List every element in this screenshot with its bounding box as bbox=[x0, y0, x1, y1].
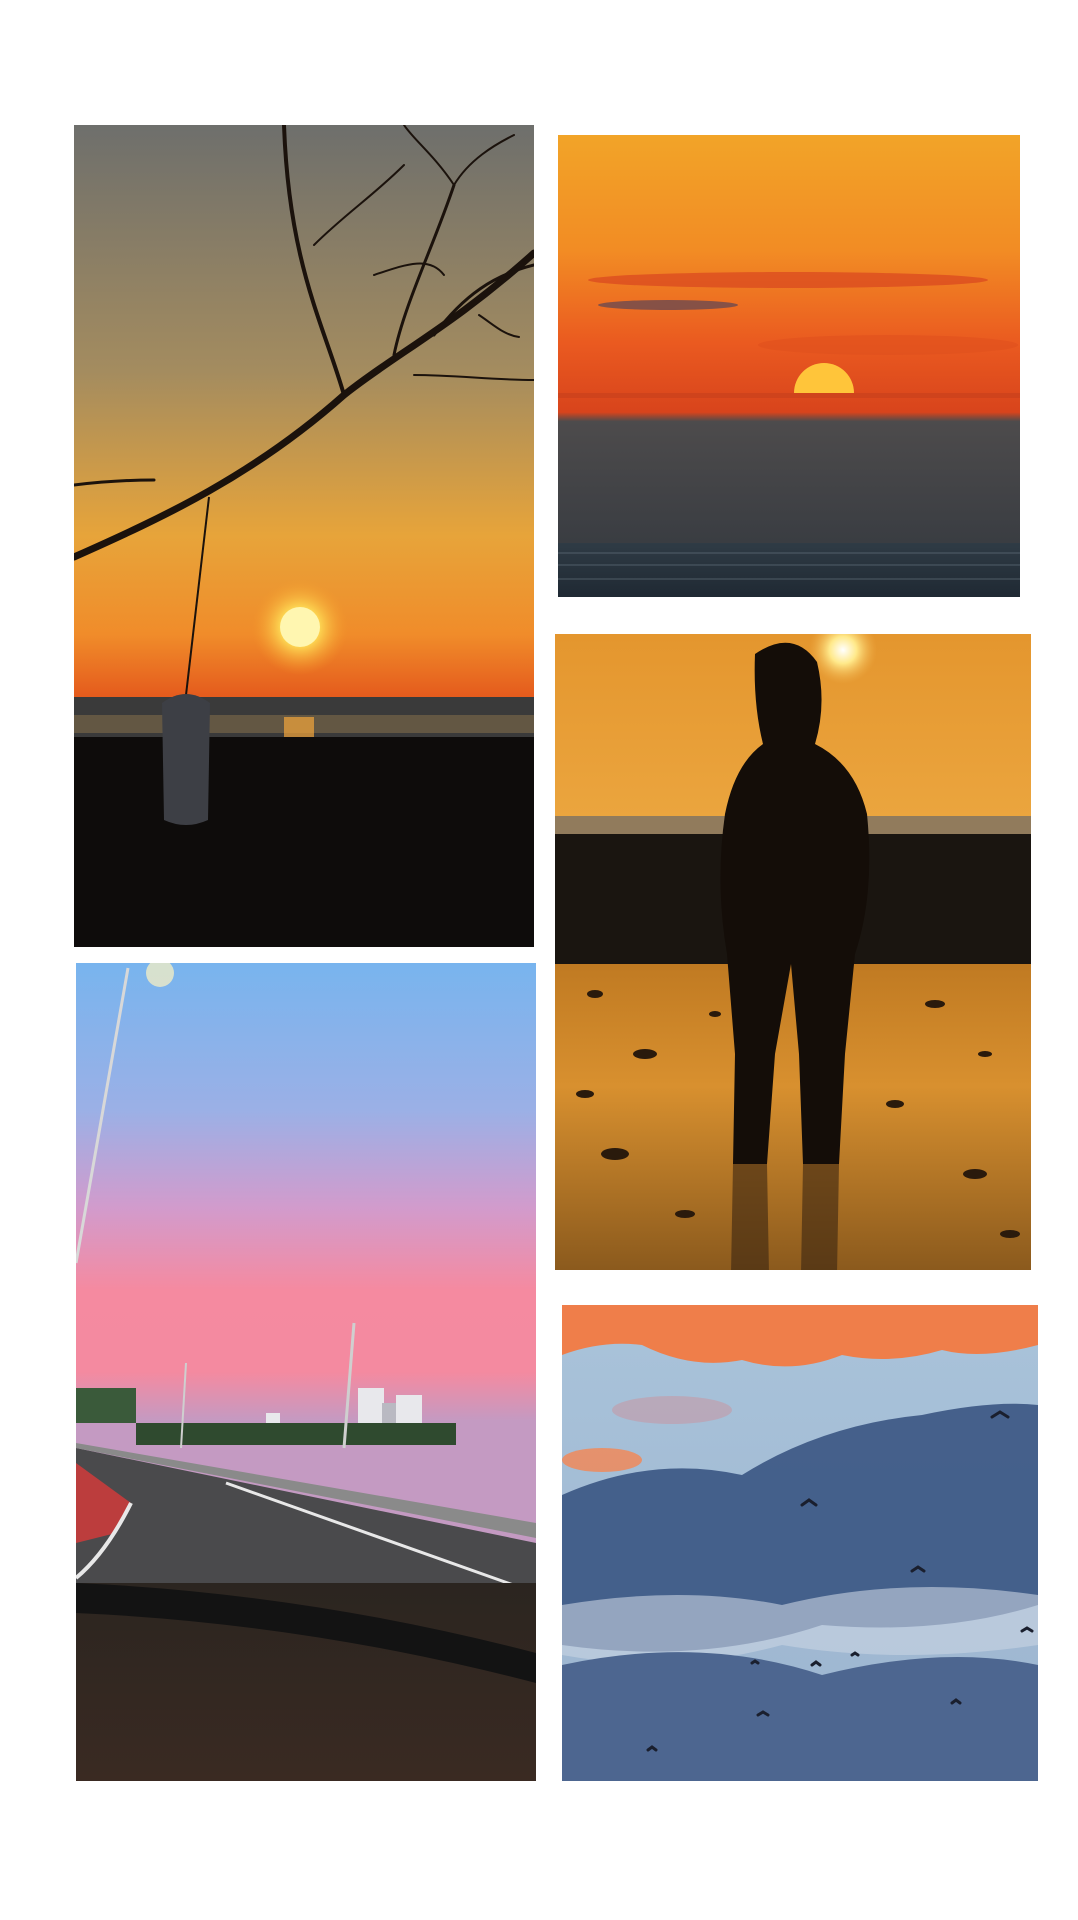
dark-shore bbox=[74, 737, 534, 947]
photo-ocean-sunset bbox=[558, 135, 1020, 597]
photo-highway-pink-sky bbox=[76, 963, 536, 1781]
photo-branch-sunset bbox=[74, 125, 534, 947]
sea bbox=[558, 543, 1020, 597]
wet-tideflat bbox=[555, 964, 1031, 1270]
photo-silhouette-tideflats bbox=[555, 634, 1031, 1270]
photo-birds-clouds bbox=[562, 1305, 1038, 1781]
hanging-buoy bbox=[162, 694, 210, 825]
cloud-streak bbox=[598, 300, 738, 310]
